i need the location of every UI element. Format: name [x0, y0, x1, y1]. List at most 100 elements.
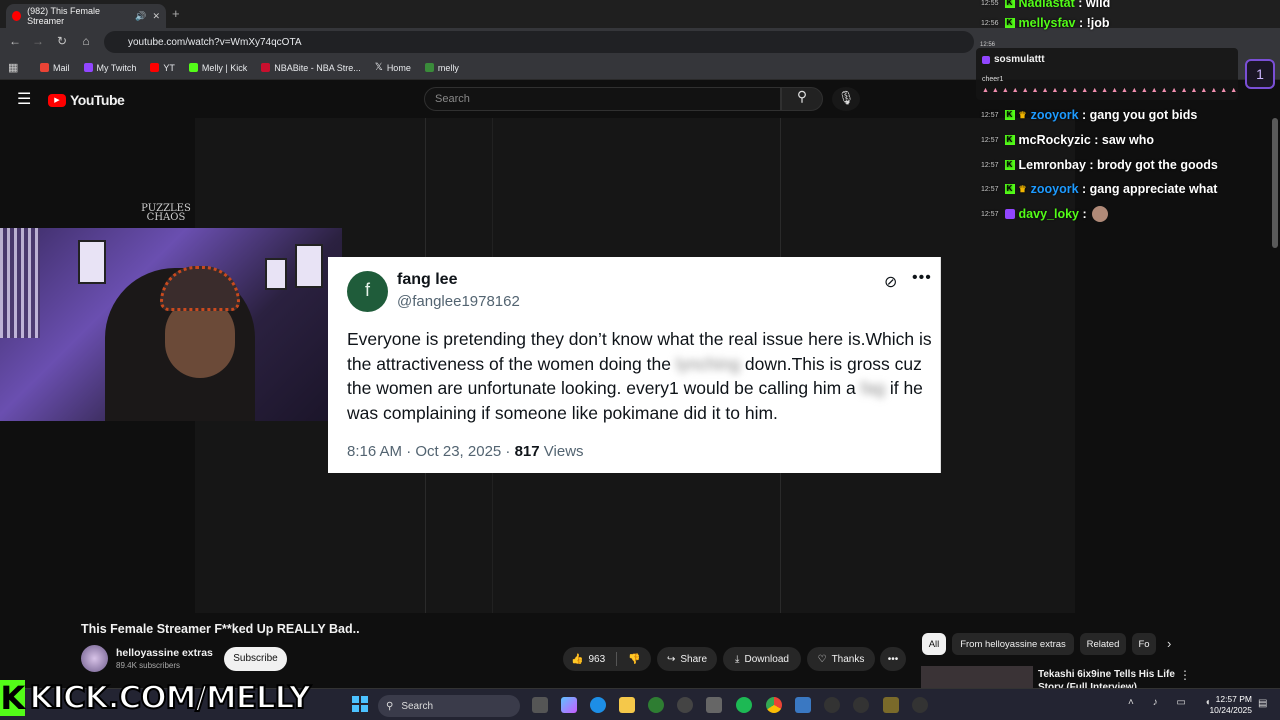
search-button[interactable]: ⚲: [781, 87, 823, 111]
edge-icon[interactable]: [590, 697, 606, 713]
url-text: youtube.com/watch?v=WmXy74qcOTA: [128, 36, 302, 48]
app-icon[interactable]: [677, 697, 693, 713]
chip-more[interactable]: Fo: [1132, 633, 1156, 655]
app-icon[interactable]: [912, 697, 928, 713]
reco-more-icon[interactable]: ⋮: [1179, 668, 1191, 682]
spotify-icon[interactable]: [736, 697, 752, 713]
melly-icon: [424, 63, 434, 72]
chat-message: 12:57 K ♛ zooyork : gang appreciate what: [981, 182, 1217, 196]
media-icon[interactable]: [824, 697, 840, 713]
chat-separator: :: [1090, 133, 1102, 147]
wall-poster: [295, 244, 323, 288]
taskbar-search[interactable]: ⚲ Search: [378, 695, 520, 717]
thanks-button[interactable]: ♡ Thanks: [807, 647, 875, 671]
file-explorer-icon[interactable]: [619, 697, 635, 713]
bookmark-x-home[interactable]: 𝕏 Home: [375, 62, 411, 73]
chat-username[interactable]: mcRockyzic: [1019, 133, 1091, 147]
chat-username[interactable]: mellysfav: [1019, 16, 1076, 30]
recommended-title[interactable]: Tekashi 6ix9ine Tells His Life Story (Fu…: [1038, 668, 1178, 690]
gmail-icon: [40, 63, 49, 72]
bookmark-yt[interactable]: YT: [150, 62, 175, 73]
channel-name[interactable]: helloyassine extras: [116, 647, 213, 659]
chat-text: !job: [1086, 16, 1110, 30]
store-icon[interactable]: [706, 697, 722, 713]
menu-hamburger-icon[interactable]: ☰: [17, 89, 31, 109]
kick-banner: K KICK.COM/MELLY: [0, 675, 312, 720]
chat-username[interactable]: davy_loky: [1019, 207, 1079, 221]
forward-icon[interactable]: →: [27, 34, 49, 48]
chat-username[interactable]: zooyork: [1031, 108, 1079, 122]
chat-timestamp: 12:55: [981, 0, 999, 7]
youtube-icon: [150, 63, 160, 72]
app-icon[interactable]: [853, 697, 869, 713]
like-button[interactable]: 👍 963: [571, 654, 605, 665]
new-tab-icon[interactable]: +: [172, 6, 180, 21]
kick-badge-icon: K: [1004, 184, 1015, 194]
bookmark-nbabite[interactable]: NBABite - NBA Stre...: [261, 62, 361, 73]
youtube-logo[interactable]: ▶ YouTube: [48, 92, 125, 108]
search-icon: ⚲: [386, 700, 394, 712]
download-button[interactable]: ⤓ Download: [723, 647, 801, 671]
taskbar-clock[interactable]: 12:57 PM 10/24/2025: [1206, 694, 1252, 716]
windows-start-icon[interactable]: [352, 696, 368, 712]
sub-badge-icon: ♛: [1018, 109, 1027, 120]
share-button[interactable]: ↪ Share: [657, 647, 717, 671]
bookmark-twitch[interactable]: My Twitch: [83, 62, 136, 73]
chat-timestamp: 12:57: [981, 136, 999, 144]
chat-overlay: 12:55 K Nadiastat : wild 12:56 Kmellysfav : …: [975, 0, 1280, 250]
back-icon[interactable]: ←: [4, 34, 26, 48]
chat-username[interactable]: Lemronbay: [1019, 158, 1086, 172]
voice-search-button[interactable]: 🎙: [832, 87, 860, 111]
kick-badge-icon: K: [1004, 18, 1015, 28]
x-icon: 𝕏: [374, 62, 383, 73]
streamer-webcam: [0, 228, 342, 421]
chat-username[interactable]: zooyork: [1031, 182, 1079, 196]
chat-separator: :: [1079, 207, 1091, 221]
close-tab-icon[interactable]: ✕: [152, 11, 160, 22]
chip-all[interactable]: All: [922, 633, 946, 655]
chip-from-channel[interactable]: From helloyassine extras: [952, 633, 1074, 655]
app-icon[interactable]: [883, 697, 899, 713]
chip-related[interactable]: Related: [1080, 633, 1126, 655]
chrome-icon[interactable]: [766, 697, 782, 713]
kick-badge-icon: K: [1004, 135, 1015, 145]
notification-icon[interactable]: ▤: [1258, 698, 1267, 709]
speaker-icon[interactable]: 🔊: [135, 11, 146, 22]
xbox-icon[interactable]: [648, 697, 664, 713]
bookmark-mail[interactable]: Mail: [40, 62, 70, 73]
channel-avatar[interactable]: [81, 645, 108, 672]
chat-text: brody got the goods: [1097, 158, 1218, 172]
url-field[interactable]: youtube.com/watch?v=WmXy74qcOTA: [104, 31, 974, 53]
emote-icon: [1092, 206, 1109, 222]
subscribe-button[interactable]: Subscribe: [224, 647, 287, 671]
chat-text: gang you got bids: [1089, 108, 1198, 122]
dislike-button[interactable]: 👎: [628, 654, 640, 665]
kick-badge-icon: K: [1004, 0, 1015, 8]
youtube-search-input[interactable]: Search: [424, 87, 781, 111]
tab-title: (982) This Female Streamer: [27, 6, 100, 26]
chat-timestamp: 12:57: [981, 185, 999, 193]
twitch-badge-icon: [1004, 209, 1015, 219]
pinned-text: cheer1: [982, 76, 1004, 83]
bookmark-kick[interactable]: Melly | Kick: [188, 62, 247, 73]
bookmark-melly[interactable]: melly: [424, 62, 459, 73]
pinned-user: sosmulattt: [994, 54, 1045, 65]
chevron-right-icon[interactable]: ›: [1167, 636, 1171, 651]
browser-tab[interactable]: (982) This Female Streamer 🔊 ✕: [6, 4, 166, 28]
blurred-word: fag: [860, 378, 885, 399]
chat-scrollbar[interactable]: [1272, 118, 1278, 248]
wall-poster: [265, 258, 287, 290]
task-view-icon[interactable]: [532, 697, 548, 713]
copilot-icon[interactable]: [561, 697, 577, 713]
tweet-card: f fang lee @fanglee1978162 ⊘ ••• Everyon…: [328, 257, 941, 473]
apps-grid-icon[interactable]: ▦: [8, 61, 18, 74]
youtube-logo-text: YouTube: [70, 92, 125, 108]
photos-icon[interactable]: [795, 697, 811, 713]
reload-icon[interactable]: ↻: [51, 34, 73, 48]
chat-message: 12:57 davy_loky :: [981, 206, 1109, 222]
chat-username[interactable]: Nadiastat: [1019, 0, 1075, 10]
more-actions-button[interactable]: •••: [880, 647, 906, 671]
home-icon[interactable]: ⌂: [75, 34, 97, 48]
chat-text: wild: [1085, 0, 1111, 10]
kick-banner-text: KICK.COM/MELLY: [28, 679, 312, 717]
